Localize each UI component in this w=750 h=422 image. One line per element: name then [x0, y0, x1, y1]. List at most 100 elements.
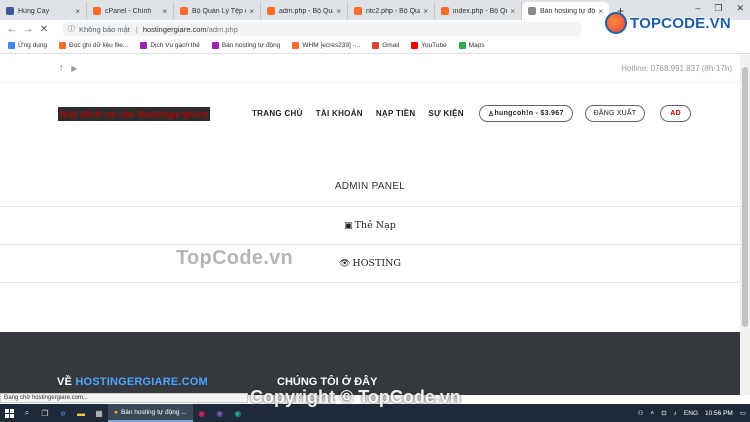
logout-button[interactable]: ĐĂNG XUẤT: [584, 105, 646, 122]
url-host: hostingergiare.com: [142, 24, 207, 34]
favicon-icon: [6, 7, 14, 15]
nav-home[interactable]: TRANG CHỦ: [252, 109, 303, 118]
app-icon[interactable]: ◉: [229, 404, 247, 422]
admin-menu-card-recharge[interactable]: ▣ Thẻ Nạp: [0, 206, 740, 244]
tab-close-icon[interactable]: ×: [423, 7, 428, 16]
search-icon[interactable]: ⌕: [18, 404, 36, 422]
app-icon[interactable]: ◉: [193, 404, 211, 422]
browser-tab[interactable]: Bộ Quản Lý Tệp c ×: [174, 2, 261, 20]
bookmark-item[interactable]: Maps: [458, 42, 485, 49]
hotline-text: Hotline: 0768.991.837 (8h-17h): [621, 64, 732, 73]
security-status: Không bảo mật: [79, 24, 130, 34]
eye-icon: 👁: [338, 258, 351, 269]
user-balance-button[interactable]: ♙ hungcoh!n - $3.967: [478, 105, 573, 122]
bookmark-item[interactable]: Gmail: [372, 42, 399, 49]
watermark-logo-text: TOPCODE.VN: [630, 14, 731, 32]
volume-icon[interactable]: ♪: [674, 410, 677, 417]
admin-menu-label: HOSTING: [352, 258, 401, 269]
bookmarks-bar: Ứng dụng Đọc ghi dữ liệu file... Dịch Vụ g…: [0, 38, 750, 54]
youtube-icon[interactable]: ▶: [71, 64, 77, 73]
bookmark-icon: [211, 42, 219, 49]
topcode-logo-icon: [605, 12, 627, 34]
bookmark-item[interactable]: WHM [ecres239] -...: [292, 42, 360, 49]
url-path: /adm.php: [206, 24, 238, 34]
bookmark-label: YouTube: [421, 42, 447, 49]
tab-title: Bộ Quản Lý Tệp c: [192, 7, 247, 15]
bookmark-label: Ứng dụng: [18, 42, 48, 49]
watermark-logo: TOPCODE.VN: [605, 12, 731, 34]
nav-deposit[interactable]: NẠP TIỀN: [376, 109, 416, 118]
bookmark-icon: [372, 42, 380, 49]
card-icon: ▣: [344, 220, 353, 231]
clock[interactable]: 10:56 PM: [705, 410, 733, 417]
system-tray: ⚇ ˄ ⊡ ♪ ENG 10:56 PM ▭: [638, 404, 746, 422]
tab-close-icon[interactable]: ×: [510, 7, 515, 16]
chrome-icon: ●: [114, 408, 118, 416]
store-icon[interactable]: ▦: [90, 404, 108, 422]
notification-icon[interactable]: ▭: [740, 409, 746, 417]
tab-title: cPanel - Chính: [105, 7, 152, 15]
bookmark-icon: [292, 42, 300, 49]
file-explorer-icon[interactable]: ▬: [72, 404, 90, 422]
divider: [0, 282, 740, 283]
footer-about-prefix: VỀ: [57, 376, 76, 388]
admin-menu-hosting[interactable]: 👁 HOSTING: [0, 244, 740, 282]
scrollbar-thumb[interactable]: [742, 67, 748, 327]
browser-tab[interactable]: index.php - Bộ Qu ×: [435, 2, 522, 20]
main-nav: TRANG CHỦ TÀI KHOẢN NẠP TIỀN SỰ KIỆN ♙ hu…: [252, 105, 691, 122]
footer-about-heading: VỀ HOSTINGERGIARE.COM: [57, 376, 208, 388]
page-scrollbar[interactable]: [740, 55, 750, 395]
browser-tab[interactable]: adm.php - Bộ Quả ×: [261, 2, 348, 20]
network-icon[interactable]: ⊡: [661, 409, 666, 417]
address-separator: |: [135, 24, 138, 34]
tab-title: index.php - Bộ Qu: [453, 7, 508, 15]
people-icon[interactable]: ⚇: [638, 409, 644, 417]
bookmark-item[interactable]: YouTube: [411, 42, 447, 49]
bookmark-item[interactable]: Đọc ghi dữ liệu file...: [59, 42, 128, 49]
start-button[interactable]: [0, 404, 18, 422]
site-logo[interactable]: Mọi dịch vụ của hostingergiare: [58, 107, 210, 121]
language-indicator[interactable]: ENG: [684, 410, 698, 417]
bookmark-label: Dịch Vụ gạch thẻ: [150, 42, 200, 49]
app-icon[interactable]: ◉: [211, 404, 229, 422]
taskbar-chrome-app[interactable]: ● Bán hosting tự động ...: [108, 404, 193, 422]
tab-close-icon[interactable]: ×: [75, 7, 80, 16]
tab-close-icon[interactable]: ×: [249, 7, 254, 16]
tab-title: ntc2.php - Bộ Quả: [366, 7, 421, 15]
favicon-icon: [180, 7, 188, 15]
tab-close-icon[interactable]: ×: [598, 7, 603, 16]
close-window-button[interactable]: ✕: [736, 3, 744, 14]
nav-account[interactable]: TÀI KHOẢN: [316, 109, 363, 118]
bookmark-icon: [8, 42, 15, 49]
browser-tab[interactable]: Bán hosting tự độ ×: [522, 2, 609, 20]
favicon-icon: [267, 7, 275, 15]
nav-events[interactable]: SỰ KIỆN: [428, 109, 463, 118]
address-bar[interactable]: ⓘ Không bảo mật | hostingergiare.com/adm…: [62, 22, 582, 36]
bookmark-label: Đọc ghi dữ liệu file...: [69, 42, 129, 49]
site-footer: VỀ HOSTINGERGIARE.COM CHÚNG TÔI Ở ĐÂY: [0, 332, 740, 395]
back-button[interactable]: ←: [4, 24, 20, 35]
browser-tab[interactable]: ntc2.php - Bộ Quả ×: [348, 2, 435, 20]
browser-tab[interactable]: cPanel - Chính ×: [87, 2, 174, 20]
bookmark-item[interactable]: Dịch Vụ gạch thẻ: [140, 42, 200, 49]
facebook-icon[interactable]: f: [60, 64, 62, 73]
bookmark-item[interactable]: Ứng dụng: [8, 42, 47, 49]
tab-close-icon[interactable]: ×: [162, 7, 167, 16]
top-info-bar: f ▶ Hotline: 0768.991.837 (8h-17h): [0, 55, 740, 83]
bookmark-icon: [59, 42, 67, 49]
favicon-icon: [93, 7, 101, 15]
edge-icon[interactable]: e: [54, 404, 72, 422]
favicon-icon: [441, 7, 449, 15]
browser-status-bar: Đang chờ hostingergiare.com...: [0, 393, 248, 403]
tab-close-icon[interactable]: ×: [336, 7, 341, 16]
browser-tab[interactable]: Hùng Cay ×: [0, 2, 87, 20]
admin-avatar-button[interactable]: AD: [660, 105, 691, 122]
footer-brand[interactable]: HOSTINGERGIARE.COM: [75, 376, 208, 388]
info-icon[interactable]: ⓘ: [68, 24, 75, 34]
chevron-up-icon[interactable]: ˄: [650, 410, 654, 417]
social-links: f ▶: [60, 64, 77, 73]
stop-loading-button[interactable]: ✕: [36, 24, 52, 35]
bookmark-item[interactable]: Bán hosting tự động: [211, 42, 280, 49]
task-view-icon[interactable]: ❐: [36, 404, 54, 422]
forward-button[interactable]: →: [20, 24, 36, 35]
